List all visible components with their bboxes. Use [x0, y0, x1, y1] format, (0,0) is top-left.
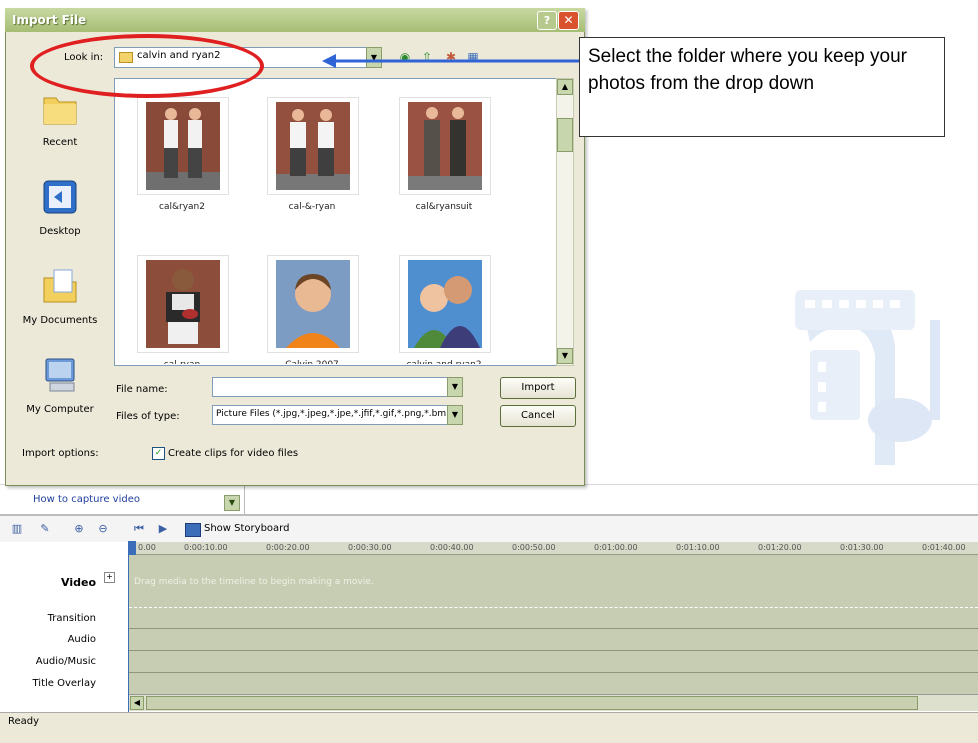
timeline-tick: 0:01:10.00	[676, 543, 720, 552]
timeline-tick: 0:01:40.00	[922, 543, 966, 552]
import-options-label: Import options:	[22, 448, 99, 459]
storyboard-icon[interactable]	[185, 523, 201, 537]
narrate-timeline-icon[interactable]: ✎	[38, 522, 52, 536]
audio-music-track[interactable]	[129, 651, 978, 673]
audio-music-track-label: Audio/Music	[35, 656, 96, 667]
file-thumbnail[interactable]	[137, 97, 229, 195]
create-clips-checkbox[interactable]: ✓	[152, 447, 165, 460]
rewind-timeline-icon[interactable]: ⏮	[132, 522, 146, 536]
my-documents-icon	[43, 269, 77, 303]
file-name-dropdown-arrow[interactable]: ▼	[447, 377, 463, 397]
play-timeline-icon[interactable]: ▶	[156, 522, 170, 536]
files-of-type-label: Files of type:	[116, 411, 180, 422]
timeline-tick: 0:00:20.00	[266, 543, 310, 552]
file-name-label: calvin and ryan2	[394, 360, 494, 364]
tasks-scroll-down-button[interactable]: ▼	[224, 495, 240, 511]
places-my-documents[interactable]: My Documents	[12, 266, 108, 326]
file-thumbnail[interactable]	[399, 97, 491, 195]
dialog-title: Import File	[12, 13, 87, 27]
places-recent[interactable]: Recent	[12, 88, 108, 148]
places-my-computer[interactable]: My Computer	[12, 355, 108, 415]
file-name-label: cal&ryansuit	[415, 202, 473, 212]
status-text: Ready	[8, 716, 40, 727]
recent-folder-icon	[43, 97, 77, 125]
zoom-in-icon[interactable]: ⊕	[72, 522, 86, 536]
scroll-thumb[interactable]	[557, 118, 573, 152]
file-name-label: cal-&-ryan	[288, 202, 336, 212]
file-thumbnail[interactable]	[267, 255, 359, 353]
timeline-tick: 0:00:10.00	[184, 543, 228, 552]
audio-track-label: Audio	[67, 634, 96, 645]
playhead-handle[interactable]	[128, 541, 136, 555]
help-button[interactable]: ?	[537, 11, 557, 30]
file-name-label-text: File name:	[116, 384, 168, 395]
places-recent-label: Recent	[42, 137, 78, 148]
cancel-button[interactable]: Cancel	[500, 405, 576, 427]
timeline-tick: 0:01:30.00	[840, 543, 884, 552]
timeline-tick: 0:00:30.00	[348, 543, 392, 552]
how-to-capture-video-link[interactable]: How to capture video	[33, 494, 140, 505]
places-my-documents-label: My Documents	[22, 315, 98, 326]
set-audio-levels-icon[interactable]: ▥	[10, 522, 24, 536]
photo-two-boys-suits-icon	[408, 102, 482, 190]
video-track-label: Video	[61, 576, 96, 589]
places-my-computer-label: My Computer	[26, 404, 94, 415]
files-of-type-dropdown-arrow[interactable]: ▼	[447, 405, 463, 425]
title-overlay-track-label: Title Overlay	[32, 678, 97, 689]
photo-boy-football-icon	[146, 260, 220, 348]
zoom-out-icon[interactable]: ⊖	[96, 522, 110, 536]
timeline-tick: 0:00:40.00	[430, 543, 474, 552]
file-thumbnail[interactable]	[137, 255, 229, 353]
photo-two-boys-portrait-icon	[408, 260, 482, 348]
scroll-up-button[interactable]: ▲	[557, 79, 573, 95]
timeline-track-labels: Video Transition Audio Audio/Music Title…	[0, 542, 128, 712]
close-button[interactable]: ✕	[558, 11, 579, 30]
places-desktop[interactable]: Desktop	[12, 177, 108, 237]
create-clips-label[interactable]: Create clips for video files	[168, 448, 298, 459]
timeline-scroll-thumb[interactable]	[146, 696, 918, 710]
playhead-line	[128, 554, 129, 712]
timeline-toolbar: ▥ ✎ ⊕ ⊖ ⏮ ▶ Show Storyboard	[0, 514, 978, 544]
desktop-icon	[43, 180, 77, 214]
show-storyboard-button[interactable]: Show Storyboard	[204, 523, 289, 534]
timeline-tick: 0:00:50.00	[512, 543, 556, 552]
photo-boy-portrait-icon	[276, 260, 350, 348]
photo-two-boys-brick-wall-icon	[276, 102, 350, 190]
timeline-scroll-left-button[interactable]: ◀	[130, 696, 144, 710]
status-bar	[0, 712, 978, 743]
transition-track[interactable]	[129, 608, 978, 629]
file-name-input[interactable]	[212, 377, 450, 397]
photo-two-boys-brick-wall-icon	[146, 102, 220, 190]
timeline-tick: 0.00	[138, 543, 156, 552]
tasks-pane-bottom	[0, 484, 978, 515]
my-computer-icon	[45, 358, 75, 392]
dialog-titlebar[interactable]	[5, 8, 585, 32]
scroll-down-button[interactable]: ▼	[557, 348, 573, 364]
file-name-label: Calvin 2007	[262, 360, 362, 364]
audio-track[interactable]	[129, 629, 978, 651]
pane-divider	[244, 484, 245, 514]
callout-text: Select the folder where you keep your ph…	[588, 46, 907, 94]
file-thumbnail[interactable]	[267, 97, 359, 195]
title-overlay-track[interactable]	[129, 673, 978, 695]
file-name-label: cal-ryan	[132, 360, 232, 364]
timeline-tick: 0:01:00.00	[594, 543, 638, 552]
pointer-arrow-icon	[322, 54, 580, 68]
timeline-ruler: 0.00 0:00:10.00 0:00:20.00 0:00:30.00 0:…	[128, 542, 978, 555]
files-of-type-value: Picture Files (*.jpg,*.jpeg,*.jpe,*.jfif…	[216, 409, 446, 419]
file-name-label: cal&ryan2	[159, 202, 205, 212]
places-desktop-label: Desktop	[39, 226, 81, 237]
timeline-hint-text: Drag media to the timeline to begin maki…	[134, 577, 374, 587]
timeline-tick: 0:01:20.00	[758, 543, 802, 552]
transition-track-label: Transition	[47, 613, 96, 624]
import-button[interactable]: Import	[500, 377, 576, 399]
file-thumbnail[interactable]	[399, 255, 491, 353]
highlight-ellipse	[30, 34, 264, 98]
expand-video-track-button[interactable]: +	[104, 572, 115, 583]
film-music-watermark-icon	[795, 290, 940, 465]
